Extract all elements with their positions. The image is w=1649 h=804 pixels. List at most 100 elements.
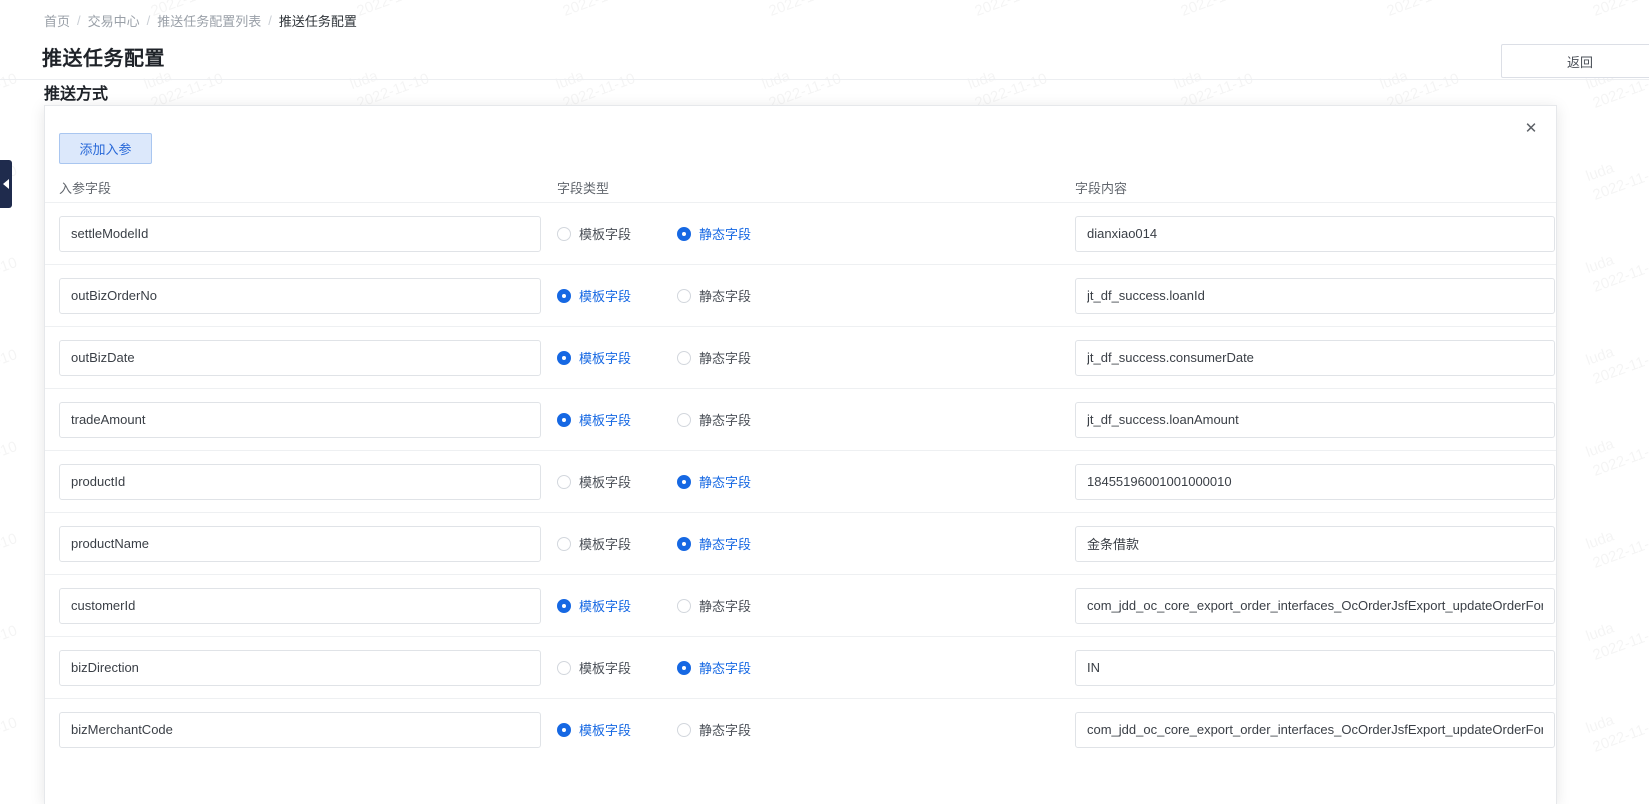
radio-static-field[interactable]: 静态字段 [677,348,751,367]
param-field-input[interactable]: outBizOrderNo [59,278,541,314]
param-content-input[interactable]: jt_df_success.consumerDate [1075,340,1555,376]
breadcrumb-item-trade-center[interactable]: 交易中心 [88,11,140,30]
param-content-value: com_jdd_oc_core_export_order_interfaces_… [1087,598,1543,613]
radio-icon [677,599,691,613]
radio-static-label: 静态字段 [699,286,751,305]
table-row: bizMerchantCode 模板字段 静态字段 com_jdd_oc_core_e… [45,698,1557,760]
breadcrumb-separator: / [268,13,272,28]
param-field-value: productId [71,474,529,489]
radio-template-field[interactable]: 模板字段 [557,348,631,367]
watermark-text: luda2022-11-10 [347,0,432,22]
param-field-input[interactable]: productName [59,526,541,562]
param-content-input[interactable]: IN [1075,650,1555,686]
column-header-content: 字段内容 [1075,178,1544,197]
radio-template-label: 模板字段 [579,286,631,305]
breadcrumb: 首页 / 交易中心 / 推送任务配置列表 / 推送任务配置 [44,11,357,30]
radio-static-label: 静态字段 [699,596,751,615]
table-header-row: 入参字段 字段类型 字段内容 [45,172,1557,202]
param-field-value: customerId [71,598,529,613]
watermark-text: luda2022-11-10 [1171,0,1256,22]
param-content-value: 18455196001001000010 [1087,474,1543,489]
field-type-radio-group: 模板字段 静态字段 [557,534,1075,553]
breadcrumb-item-task-list[interactable]: 推送任务配置列表 [157,11,261,30]
radio-template-label: 模板字段 [579,596,631,615]
column-header-field: 入参字段 [59,178,557,197]
back-button[interactable]: 返回 [1501,44,1649,78]
radio-icon [557,413,571,427]
param-content-value: dianxiao014 [1087,226,1543,241]
param-field-input[interactable]: bizMerchantCode [59,712,541,748]
radio-static-field[interactable]: 静态字段 [677,596,751,615]
radio-template-label: 模板字段 [579,720,631,739]
watermark-text: luda2022-11-10 [0,326,20,390]
radio-template-field[interactable]: 模板字段 [557,224,631,243]
radio-static-label: 静态字段 [699,348,751,367]
radio-static-field[interactable]: 静态字段 [677,534,751,553]
radio-static-field[interactable]: 静态字段 [677,224,751,243]
params-modal: ✕ 添加入参 入参字段 字段类型 字段内容 settleModelId模板字段静… [44,105,1557,804]
close-icon[interactable]: ✕ [1520,117,1542,139]
radio-static-field[interactable]: 静态字段 [677,410,751,429]
param-content-input[interactable]: 18455196001001000010 [1075,464,1555,500]
watermark-text: luda2022-11-10 [0,0,20,22]
param-field-input[interactable]: customerId [59,588,541,624]
watermark-text: luda2022-11-10 [1583,510,1649,574]
radio-icon [557,227,571,241]
radio-template-field[interactable]: 模板字段 [557,472,631,491]
param-field-input[interactable]: productId [59,464,541,500]
breadcrumb-separator: / [77,13,81,28]
param-field-input[interactable]: outBizDate [59,340,541,376]
radio-static-label: 静态字段 [699,410,751,429]
param-content-input[interactable]: dianxiao014 [1075,216,1555,252]
radio-template-field[interactable]: 模板字段 [557,286,631,305]
field-type-radio-group: 模板字段 静态字段 [557,286,1075,305]
radio-template-label: 模板字段 [579,410,631,429]
breadcrumb-item-home[interactable]: 首页 [44,11,70,30]
radio-static-label: 静态字段 [699,224,751,243]
watermark-text: luda2022-11-10 [0,602,20,666]
radio-icon [557,475,571,489]
radio-template-field[interactable]: 模板字段 [557,410,631,429]
radio-template-label: 模板字段 [579,472,631,491]
param-content-input[interactable]: com_jdd_oc_core_export_order_interfaces_… [1075,712,1555,748]
radio-icon [557,537,571,551]
param-field-input[interactable]: bizDirection [59,650,541,686]
table-body: settleModelId模板字段静态字段dianxiao014outBizOr… [45,202,1557,760]
field-type-radio-group: 模板字段 静态字段 [557,596,1075,615]
param-field-value: outBizDate [71,350,529,365]
chevron-left-icon [3,179,9,189]
table-row: settleModelId 模板字段 静态字段 dianxiao014 [45,202,1557,264]
radio-template-field[interactable]: 模板字段 [557,658,631,677]
param-content-input[interactable]: jt_df_success.loanId [1075,278,1555,314]
radio-icon [677,475,691,489]
param-content-input[interactable]: 金条借款 [1075,526,1555,562]
add-param-button[interactable]: 添加入参 [59,133,152,164]
param-content-value: 金条借款 [1087,534,1543,553]
radio-icon [677,723,691,737]
param-field-value: tradeAmount [71,412,529,427]
table-row: bizDirection 模板字段 静态字段 IN [45,636,1557,698]
radio-template-field[interactable]: 模板字段 [557,534,631,553]
watermark-text: luda2022-11-10 [1583,418,1649,482]
watermark-text: luda2022-11-10 [759,0,844,22]
param-content-input[interactable]: com_jdd_oc_core_export_order_interfaces_… [1075,588,1555,624]
param-field-value: outBizOrderNo [71,288,529,303]
app-root: luda2022-11-10 luda2022-11-10 luda2022-11-… [0,0,1649,804]
param-field-input[interactable]: tradeAmount [59,402,541,438]
radio-static-field[interactable]: 静态字段 [677,720,751,739]
radio-static-field[interactable]: 静态字段 [677,286,751,305]
param-content-input[interactable]: jt_df_success.loanAmount [1075,402,1555,438]
radio-static-label: 静态字段 [699,720,751,739]
radio-static-field[interactable]: 静态字段 [677,472,751,491]
radio-template-field[interactable]: 模板字段 [557,596,631,615]
radio-static-label: 静态字段 [699,472,751,491]
param-content-value: com_jdd_oc_core_export_order_interfaces_… [1087,722,1543,737]
radio-icon [557,351,571,365]
sidebar-collapse-toggle[interactable] [0,160,12,208]
table-row: outBizOrderNo 模板字段 静态字段 jt_df_success.loanI… [45,264,1557,326]
radio-static-label: 静态字段 [699,658,751,677]
watermark-text: luda2022-11-10 [1583,786,1649,804]
param-field-input[interactable]: settleModelId [59,216,541,252]
radio-template-field[interactable]: 模板字段 [557,720,631,739]
radio-static-field[interactable]: 静态字段 [677,658,751,677]
